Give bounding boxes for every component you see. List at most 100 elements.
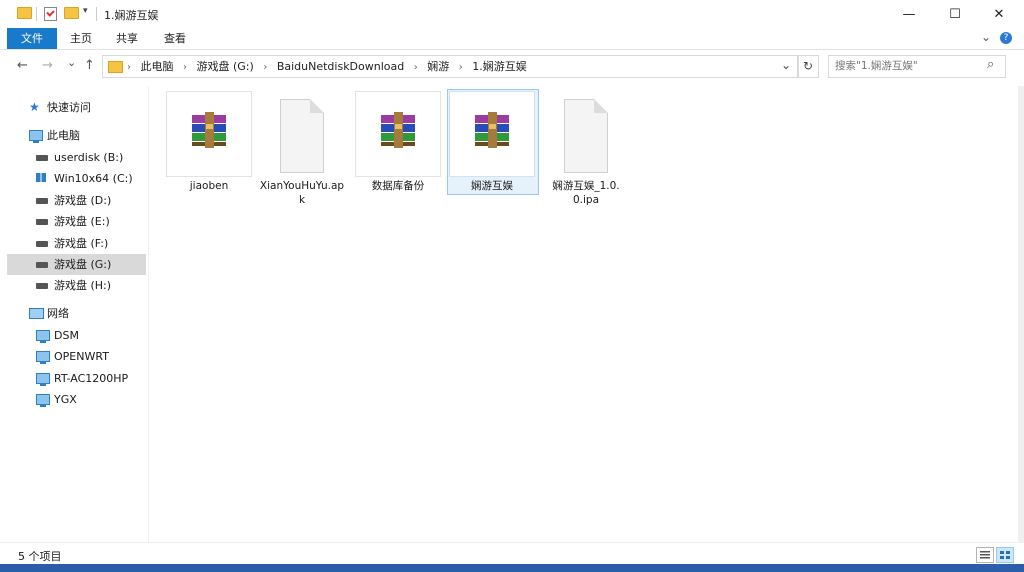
winrar-archive-icon	[475, 112, 509, 148]
breadcrumb: › 此电脑 › 游戏盘 (G:) › BaiduNetdiskDownload …	[127, 56, 527, 77]
breadcrumb-separator[interactable]: ›	[263, 62, 267, 73]
tab-view[interactable]: 查看	[154, 28, 196, 49]
drive-icon	[36, 155, 48, 161]
sidebar-item-label: Win10x64 (C:)	[54, 172, 133, 185]
customize-toolbar-chevron-icon[interactable]: ▾	[83, 6, 88, 16]
breadcrumb-current-folder[interactable]: 1.娴游互娱	[472, 60, 527, 73]
vertical-scrollbar[interactable]	[1018, 86, 1024, 542]
divider	[36, 7, 37, 21]
sidebar-item-drive-c[interactable]: Win10x64 (C:)	[7, 168, 146, 189]
windows-drive-icon	[36, 173, 46, 182]
thumbnail-frame	[449, 91, 535, 177]
new-folder-icon[interactable]	[64, 7, 79, 19]
sidebar-item-label: 游戏盘 (G:)	[54, 258, 112, 271]
tab-share[interactable]: 共享	[106, 28, 148, 49]
details-view-icon[interactable]	[976, 547, 994, 563]
breadcrumb-baidunetdiskdownload[interactable]: BaiduNetdiskDownload	[277, 60, 404, 73]
drive-icon	[36, 241, 48, 247]
ribbon-tabs: 文件 主页 共享 查看 ⌄ ?	[0, 28, 1024, 50]
recent-locations-chevron-icon[interactable]: ⌄	[67, 56, 76, 69]
breadcrumb-xianyou[interactable]: 娴游	[427, 60, 449, 73]
search-box[interactable]: ⌕	[828, 55, 1006, 78]
navigation-pane: ★ 快速访问 此电脑 userdisk (B:) Win10x64 (C:) 游…	[0, 86, 148, 542]
sidebar-item-drive-g[interactable]: 游戏盘 (G:)	[7, 254, 146, 275]
drive-icon	[36, 283, 48, 289]
computer-icon	[36, 351, 50, 364]
address-bar[interactable]: › 此电脑 › 游戏盘 (G:) › BaiduNetdiskDownload …	[102, 55, 799, 78]
properties-icon[interactable]	[44, 7, 57, 21]
back-arrow-icon[interactable]: ←	[17, 58, 28, 73]
drive-icon	[36, 198, 48, 204]
breadcrumb-separator[interactable]: ›	[183, 62, 187, 73]
sidebar-item-drive-d[interactable]: 游戏盘 (D:)	[7, 190, 146, 211]
sidebar-item-label: RT-AC1200HP	[54, 372, 129, 385]
forward-arrow-icon[interactable]: →	[42, 58, 53, 73]
file-name: 数据库备份	[371, 180, 425, 192]
winrar-archive-icon	[381, 112, 415, 148]
address-dropdown-chevron-icon[interactable]: ⌄	[781, 58, 791, 72]
file-name: XianYouHuYu.apk	[259, 180, 345, 206]
help-icon[interactable]: ?	[1000, 32, 1012, 44]
sidebar-item-network[interactable]: 网络	[7, 303, 146, 324]
divider	[96, 7, 97, 21]
sidebar-item-drive-f[interactable]: 游戏盘 (F:)	[7, 233, 146, 254]
computer-icon	[36, 373, 50, 386]
computer-icon	[36, 394, 50, 407]
breadcrumb-separator[interactable]: ›	[414, 62, 418, 73]
pane-divider[interactable]	[148, 86, 149, 542]
file-name: 娴游互娱_1.0.0.ipa	[552, 180, 620, 206]
folder-icon	[108, 61, 123, 73]
sidebar-item-rt-ac1200hp[interactable]: RT-AC1200HP	[7, 368, 146, 389]
up-arrow-icon[interactable]: ↑	[84, 58, 95, 73]
close-button[interactable]: ✕	[976, 0, 1022, 28]
breadcrumb-drive-g[interactable]: 游戏盘 (G:)	[197, 60, 254, 73]
sidebar-item-openwrt[interactable]: OPENWRT	[7, 346, 146, 367]
sidebar-item-drive-h[interactable]: 游戏盘 (H:)	[7, 275, 146, 296]
title-bar: ▾ 1.娴游互娱 — ☐ ✕	[0, 0, 1024, 28]
thumbnail-frame	[166, 91, 252, 177]
tab-file[interactable]: 文件	[7, 28, 57, 49]
status-bar: 5 个项目	[0, 542, 1024, 565]
sidebar-item-label: 此电脑	[47, 129, 80, 142]
drive-icon	[36, 219, 48, 225]
sidebar-item-drive-e[interactable]: 游戏盘 (E:)	[7, 211, 146, 232]
refresh-button[interactable]: ↻	[797, 55, 819, 78]
sidebar-item-label: 游戏盘 (H:)	[54, 279, 112, 292]
minimize-button[interactable]: —	[886, 0, 932, 28]
winrar-archive-icon	[192, 112, 226, 148]
computer-icon	[36, 330, 50, 343]
sidebar-item-quick-access[interactable]: ★ 快速访问	[7, 97, 146, 118]
large-icons-view-icon[interactable]	[996, 547, 1014, 563]
star-icon: ★	[29, 100, 40, 114]
thumbnail-frame	[355, 91, 441, 177]
sidebar-item-label: userdisk (B:)	[54, 151, 124, 164]
sidebar-item-ygx[interactable]: YGX	[7, 389, 146, 410]
sidebar-item-label: OPENWRT	[54, 350, 109, 363]
sidebar-item-drive-b[interactable]: userdisk (B:)	[7, 147, 146, 168]
sidebar-item-label: 游戏盘 (D:)	[54, 194, 112, 207]
expand-ribbon-chevron-icon[interactable]: ⌄	[981, 30, 991, 44]
sidebar-item-label: 游戏盘 (F:)	[54, 237, 109, 250]
sidebar-item-label: 网络	[47, 307, 69, 320]
file-name: jiaoben	[189, 180, 229, 192]
search-input[interactable]	[835, 58, 985, 74]
sidebar-item-label: YGX	[54, 393, 77, 406]
search-icon[interactable]: ⌕	[987, 57, 994, 72]
sidebar-item-label: 游戏盘 (E:)	[54, 215, 110, 228]
breadcrumb-separator[interactable]: ›	[459, 62, 463, 73]
network-icon	[29, 308, 44, 319]
maximize-button[interactable]: ☐	[932, 0, 978, 28]
sidebar-item-dsm[interactable]: DSM	[7, 325, 146, 346]
taskbar-strip	[0, 564, 1024, 572]
file-list: jiaoben XianYouHuYu.apk 数据库备份 娴游互娱 娴游互娱_…	[150, 86, 1018, 542]
tab-home[interactable]: 主页	[60, 28, 102, 49]
drive-icon	[36, 262, 48, 268]
item-count: 5 个项目	[18, 550, 62, 563]
window-title: 1.娴游互娱	[104, 9, 159, 22]
file-name: 娴游互娱	[471, 180, 513, 192]
sidebar-item-label: 快速访问	[47, 101, 91, 114]
computer-icon	[29, 130, 43, 143]
sidebar-item-label: DSM	[54, 329, 79, 342]
breadcrumb-this-pc[interactable]: 此电脑	[141, 60, 174, 73]
sidebar-item-this-pc[interactable]: 此电脑	[7, 125, 146, 146]
